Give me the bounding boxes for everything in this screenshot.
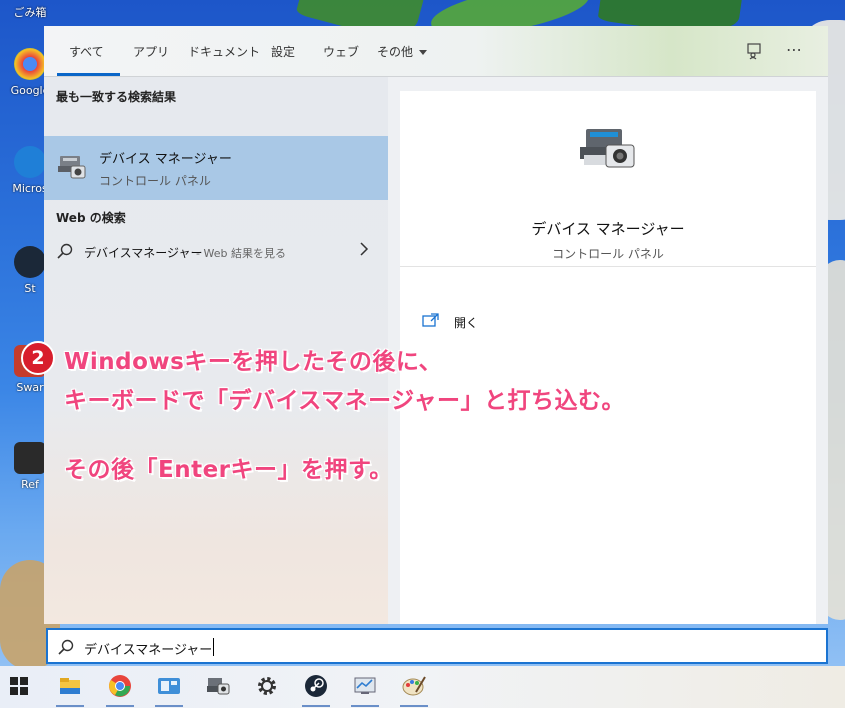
annotation-line-1: Windowsキーを押したその後に、 <box>64 349 443 375</box>
feedback-icon[interactable] <box>746 42 764 64</box>
app-icon <box>14 442 46 474</box>
chevron-right-icon[interactable] <box>358 241 370 261</box>
best-match-heading: 最も一致する検索結果 <box>56 90 177 104</box>
preview-pane: デバイス マネージャー コントロール パネル 開く <box>400 91 816 624</box>
control-panel-icon[interactable] <box>157 674 181 698</box>
search-input-value: デバイスマネージャー <box>84 643 213 658</box>
open-icon <box>422 312 440 332</box>
settings-icon[interactable] <box>255 674 279 698</box>
steam-icon[interactable] <box>304 674 328 698</box>
tab-more-label: その他 <box>377 45 414 59</box>
desktop-icon-label: ごみ箱 <box>13 6 47 19</box>
text-caret <box>213 638 214 656</box>
taskbar <box>0 666 845 708</box>
paint-icon[interactable] <box>402 674 426 698</box>
device-settings-icon[interactable] <box>353 674 377 698</box>
active-indicator <box>351 705 379 707</box>
chrome-icon[interactable] <box>108 674 132 698</box>
annotation-line-3: その後「Enterキー」を押す。 <box>64 457 393 483</box>
step-badge: 2 <box>21 341 55 375</box>
active-indicator <box>400 705 428 707</box>
web-search-result[interactable]: デバイスマネージャー - Web 結果を見る <box>44 237 388 267</box>
web-search-heading: Web の検索 <box>56 211 126 225</box>
more-options-icon[interactable]: ⋯ <box>786 40 802 59</box>
tab-more[interactable]: その他 <box>377 43 428 60</box>
chrome-icon <box>14 48 46 80</box>
open-label: 開く <box>454 316 479 330</box>
search-icon <box>58 639 74 659</box>
open-action[interactable]: 開く <box>422 312 622 332</box>
search-panel: すべて アプリ ドキュメント 設定 ウェブ その他 ⋯ 最も一致する検索結果 デ… <box>44 26 828 624</box>
desktop-icon-recycle-bin[interactable]: ごみ箱 <box>10 0 50 20</box>
file-explorer-icon[interactable] <box>58 674 82 698</box>
tab-documents[interactable]: ドキュメント <box>188 43 260 60</box>
search-input[interactable]: デバイスマネージャー <box>46 628 828 664</box>
device-manager-icon[interactable] <box>206 674 230 698</box>
preview-subtitle: コントロール パネル <box>552 247 664 261</box>
best-match-subtitle: コントロール パネル <box>99 174 211 188</box>
tab-web[interactable]: ウェブ <box>323 43 359 60</box>
best-match-result[interactable]: デバイス マネージャー コントロール パネル <box>44 136 388 200</box>
divider <box>400 266 816 267</box>
web-result-query: デバイスマネージャー <box>84 246 203 260</box>
active-tab-indicator <box>57 73 120 76</box>
active-indicator <box>106 705 134 707</box>
search-tab-bar: すべて アプリ ドキュメント 設定 ウェブ その他 ⋯ <box>44 26 828 77</box>
preview-title: デバイス マネージャー <box>531 220 685 238</box>
tab-apps[interactable]: アプリ <box>133 43 169 60</box>
edge-icon <box>14 146 46 178</box>
best-match-title: デバイス マネージャー <box>99 152 232 167</box>
active-indicator <box>155 705 183 707</box>
tab-all[interactable]: すべて <box>69 43 104 60</box>
device-manager-icon <box>57 152 87 184</box>
start-icon[interactable] <box>9 676 33 700</box>
steam-icon <box>14 246 46 278</box>
web-result-suffix: - Web 結果を見る <box>196 247 286 260</box>
chevron-down-icon <box>419 50 428 55</box>
device-manager-large-icon <box>578 125 638 177</box>
active-indicator <box>302 705 330 707</box>
active-indicator <box>56 705 84 707</box>
annotation-line-2: キーボードで「デバイスマネージャー」と打ち込む。 <box>64 388 626 414</box>
tab-settings[interactable]: 設定 <box>271 43 295 60</box>
search-icon <box>57 243 73 263</box>
